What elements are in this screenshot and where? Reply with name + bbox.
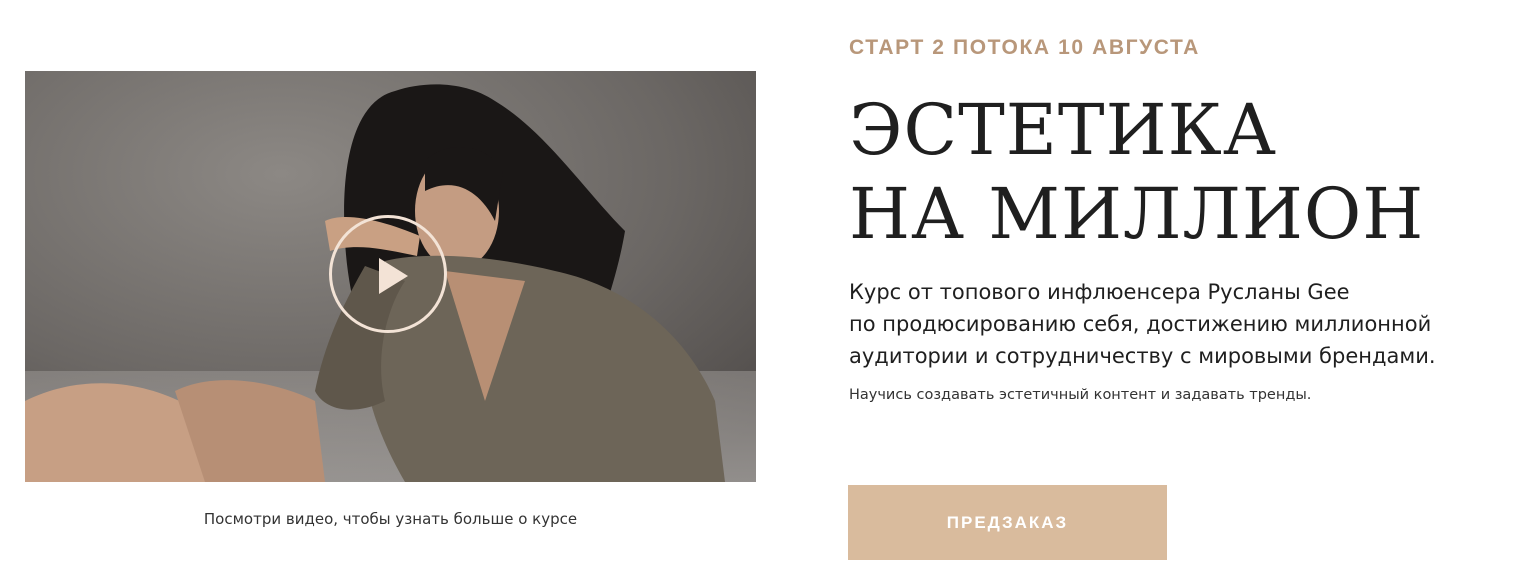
video-caption: Посмотри видео, чтобы узнать больше о ку… [203, 510, 578, 528]
description-line: Курс от топового инфлюенсера Русланы Gee [849, 280, 1350, 304]
course-subtext: Научись создавать эстетичный контент и з… [849, 387, 1312, 403]
course-title: ЭСТЕТИКА НА МИЛЛИОН [849, 88, 1424, 256]
description-line: аудитории и сотрудничеству с мировыми бр… [849, 344, 1436, 368]
preorder-button[interactable]: ПРЕДЗАКАЗ [848, 485, 1167, 560]
course-title-line: ЭСТЕТИКА [849, 89, 1277, 171]
course-video[interactable] [25, 71, 756, 482]
course-title-line: НА МИЛЛИОН [849, 173, 1425, 255]
course-description: Курс от топового инфлюенсера Русланы Gee… [849, 276, 1489, 372]
play-button[interactable] [329, 215, 447, 333]
description-line: по продюсированию себя, достижению милли… [849, 312, 1432, 336]
course-start-date: СТАРТ 2 ПОТОКА 10 АВГУСТА [849, 36, 1200, 59]
play-icon [379, 258, 408, 294]
